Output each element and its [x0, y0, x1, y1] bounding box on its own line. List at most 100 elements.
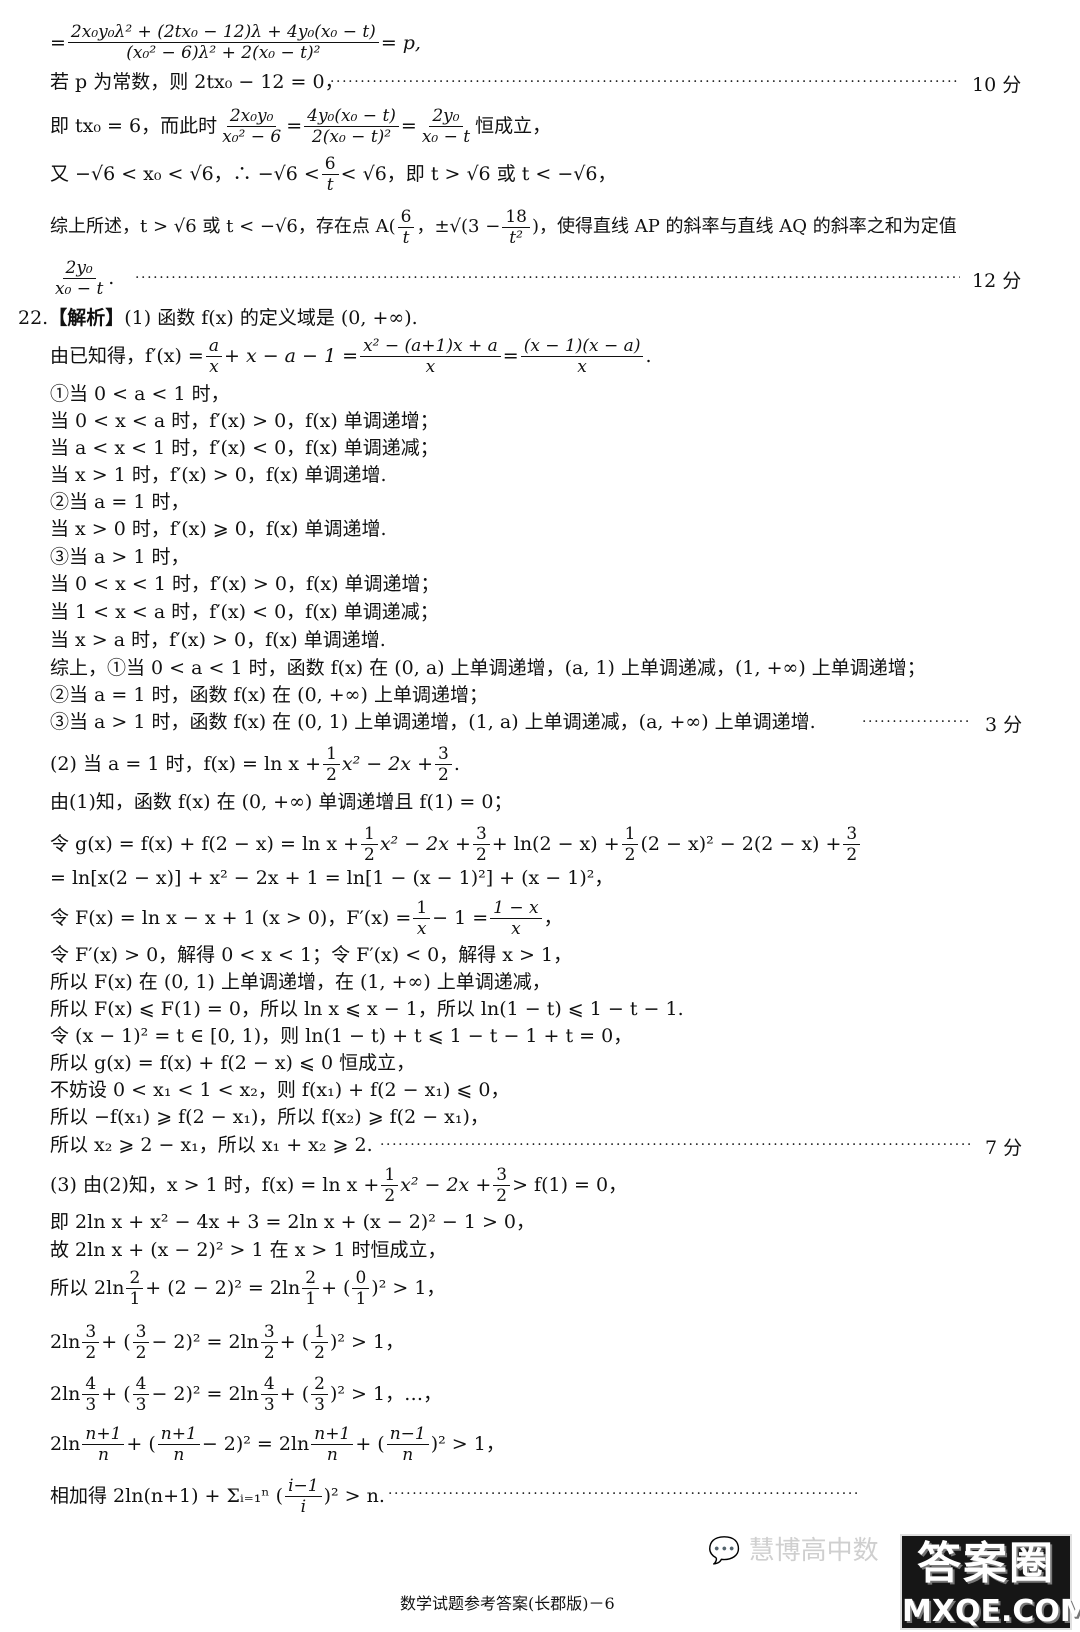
fraction: n+1 n	[311, 1424, 354, 1465]
text: + (	[355, 1433, 385, 1455]
site-watermark-logo: 答案圈 MXQE.COM	[900, 1534, 1080, 1630]
text: 当 x > 1 时，f′(x) > 0，f(x) 单调递增.	[50, 464, 387, 486]
fraction: 32	[843, 824, 861, 865]
eq-sign: =	[400, 115, 417, 137]
fraction: 32	[260, 1322, 278, 1363]
fraction: 12	[361, 824, 378, 865]
fraction: 43	[132, 1374, 150, 1415]
text: 2ln	[50, 1383, 81, 1405]
denominator: 3	[135, 1394, 147, 1415]
fraction: 21	[302, 1268, 320, 1309]
analysis-tag: 【解析】	[48, 307, 125, 329]
math-line: ①当 0 < a < 1 时，	[50, 382, 230, 406]
math-line: 相加得 2ln(n+1) + Σᵢ₌₁ⁿ ( i−1 i )² > n.	[50, 1472, 385, 1520]
text: ①当 0 < a < 1 时，	[50, 383, 230, 405]
denominator: x	[577, 356, 587, 377]
text: = p,	[380, 31, 421, 54]
text: 当 a < x < 1 时，f′(x) < 0，f(x) 单调递减；	[50, 437, 439, 459]
numerator: 2	[302, 1268, 320, 1289]
numerator: 4y₀(x₀ − t)	[304, 106, 399, 127]
math-line: 综上所述，t > √6 或 t < −√6，存在点 A( 6t ，±√(3 − …	[50, 204, 957, 250]
page-footer: 数学试题参考答案(长郡版)－6	[400, 1594, 615, 1613]
text: )² > n.	[323, 1485, 385, 1507]
fraction: 2x₀y₀ x₀² − 6	[219, 106, 284, 147]
math-line: 所以 F(x) ⩽ F(1) = 0，所以 ln x ⩽ x − 1，所以 ln…	[50, 997, 684, 1021]
text: + x − a − 1 =	[224, 345, 359, 367]
text: + (2 − 2)² = 2ln	[145, 1277, 301, 1299]
text: 所以 x₂ ⩾ 2 − x₁，所以 x₁ + x₂ ⩾ 2.	[50, 1134, 373, 1156]
denominator: x₀ − t	[421, 126, 471, 147]
fraction: 18 t²	[502, 207, 530, 248]
numerator: 1	[413, 898, 431, 919]
text: ③当 a > 1 时，函数 f(x) 在 (0, 1) 上单调递增，(1, a)…	[50, 711, 816, 733]
numerator: 1 − x	[490, 898, 542, 919]
numerator: 3	[435, 744, 452, 765]
text: + (	[126, 1433, 156, 1455]
math-line: 所以 F(x) 在 (0, 1) 上单调递增，在 (1, +∞) 上单调递减，	[50, 970, 551, 994]
text: = ln[x(2 − x)] + x² − 2x + 1 = ln[1 − (x…	[50, 867, 614, 889]
text: − 2)² = 2ln	[201, 1433, 310, 1455]
numerator: 6	[321, 154, 339, 175]
denominator: i	[300, 1496, 307, 1517]
numerator: 2x₀y₀λ² + (2tx₀ − 12)λ + 4y₀(x₀ − t)	[67, 22, 379, 43]
text: + ln(2 − x) +	[491, 833, 620, 855]
denominator: 2(x₀ − t)²	[311, 126, 392, 147]
text: 所以 F(x) ⩽ F(1) = 0，所以 ln x ⩽ x − 1，所以 ln…	[50, 998, 684, 1020]
numerator: 2	[126, 1268, 144, 1289]
numerator: 1	[323, 744, 340, 765]
text: + (	[101, 1331, 131, 1353]
denominator: 2	[85, 1342, 97, 1363]
fraction: 32	[435, 744, 452, 785]
text: 相加得 2ln(n+1) + Σᵢ₌₁ⁿ (	[50, 1485, 284, 1507]
numerator: 1	[621, 824, 639, 845]
text: 令 (x − 1)² = t ∈ [0, 1)，则 ln(1 − t) + t …	[50, 1025, 633, 1047]
math-line: 所以 −f(x₁) ⩾ f(2 − x₁)，所以 f(x₂) ⩾ f(2 − x…	[50, 1105, 489, 1129]
denominator: x	[416, 918, 427, 939]
text: x² − 2x +	[379, 833, 471, 855]
denominator: 2	[263, 1342, 275, 1363]
math-line: (3) 由(2)知，x > 1 时，f(x) = ln x + 12 x² − …	[50, 1163, 627, 1207]
numerator: 4	[132, 1374, 150, 1395]
fraction: (x − 1)(x − a) x	[520, 336, 644, 377]
fraction: n+1 n	[157, 1424, 200, 1465]
fraction: 6t	[397, 207, 415, 248]
numerator: 1	[381, 1165, 399, 1186]
text: .	[453, 753, 460, 775]
text: )² > 1，	[430, 1433, 505, 1455]
text: + (	[279, 1331, 310, 1353]
numerator: n−1	[386, 1424, 429, 1445]
text: 由已知得，f′(x) =	[50, 345, 204, 367]
text: < √6，即 t > √6 或 t < −√6，	[340, 163, 617, 185]
watermark-domain: MXQE.COM	[902, 1594, 1080, 1629]
text: 若 p 为常数，则 2tx₀ − 12 = 0，	[50, 71, 344, 93]
text: )，使得直线 AP 的斜率与直线 AQ 的斜率之和为定值	[531, 216, 957, 237]
denominator: n	[173, 1444, 185, 1465]
fraction: 12	[381, 1165, 399, 1206]
text: )² > 1，	[329, 1331, 405, 1353]
denominator: t	[326, 174, 334, 195]
text: 令 F(x) = ln x − x + 1 (x > 0)，F′(x) =	[50, 907, 412, 929]
wechat-icon: 💬	[708, 1536, 741, 1566]
text: 令 F′(x) > 0，解得 0 < x < 1；令 F′(x) < 0，解得 …	[50, 944, 573, 966]
math-line: 令 g(x) = f(x) + f(2 − x) = ln x + 12 x² …	[50, 822, 862, 866]
text: 所以 2ln	[50, 1277, 125, 1299]
text: 当 x > a 时，f′(x) > 0，f(x) 单调递增.	[50, 629, 386, 651]
fraction: n−1 n	[386, 1424, 429, 1465]
denominator: 1	[129, 1288, 141, 1309]
text: (2 − x)² − 2(2 − x) +	[640, 833, 842, 855]
text: ，±√(3 −	[416, 216, 501, 237]
numerator: 4	[82, 1374, 100, 1395]
text: 2ln	[50, 1433, 81, 1455]
text: .	[645, 345, 652, 367]
denominator: 2	[135, 1342, 147, 1363]
math-line: 2y₀ x₀ − t .	[50, 256, 114, 300]
text: > f(1) = 0，	[512, 1174, 628, 1196]
text: − 2)² = 2ln	[151, 1383, 259, 1405]
fraction: 4y₀(x₀ − t) 2(x₀ − t)²	[304, 106, 399, 147]
text: x² − 2x +	[341, 753, 433, 775]
text: 当 0 < x < 1 时，f′(x) > 0，f(x) 单调递增；	[50, 573, 440, 595]
numerator: x² − (a+1)x + a	[360, 336, 501, 357]
numerator: 2y₀	[62, 258, 96, 279]
numerator: 3	[493, 1165, 511, 1186]
text: 不妨设 0 < x₁ < 1 < x₂，则 f(x₁) + f(2 − x₁) …	[50, 1079, 510, 1101]
